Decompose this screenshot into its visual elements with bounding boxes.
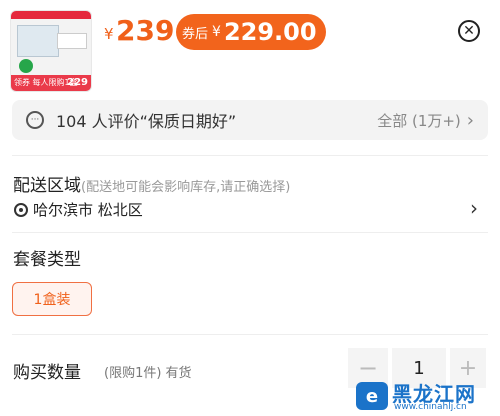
coupon-price: 229.00 [223, 18, 317, 46]
review-text: 104 人评价“保质日期好” [56, 112, 237, 131]
delivery-hint: (配送地可能会影响库存,请正确选择) [81, 180, 291, 195]
watermark-logo-icon: e [356, 382, 388, 410]
quantity-hint: (限购1件) 有货 [104, 366, 192, 381]
product-thumbnail[interactable]: 领券 每人限购1盒 229 [10, 10, 92, 92]
thumbnail-pill-box [57, 33, 87, 49]
thumbnail-top-bar [11, 11, 91, 19]
coupon-label: 券后 [182, 26, 209, 42]
quantity-title: 购买数量 [13, 363, 81, 383]
comment-icon: ··· [26, 111, 44, 129]
delivery-area-title: 配送区域(配送地可能会影响库存,请正确选择) [13, 171, 290, 196]
delivery-title: 配送区域 [13, 176, 81, 196]
price-currency: ¥ [104, 25, 114, 43]
coupon-currency: ¥ [212, 24, 221, 40]
chevron-right-icon[interactable]: › [470, 196, 478, 220]
divider [12, 232, 488, 233]
coupon-price-badge: 券后 ¥ 229.00 [176, 14, 326, 50]
thumbnail-band-price: 229 [67, 77, 88, 88]
location-pin-icon [14, 202, 28, 217]
divider [12, 334, 488, 335]
chevron-right-icon: › [466, 109, 474, 131]
close-icon[interactable]: ✕ [458, 20, 480, 42]
delivery-location[interactable]: 哈尔滨市 松北区 [14, 199, 143, 220]
review-summary-bar[interactable]: ··· 104 人评价“保质日期好” 全部 (1万+) › [12, 100, 488, 140]
thumbnail-product-box [17, 25, 59, 57]
review-all-link[interactable]: 全部 (1万+) [377, 110, 461, 131]
watermark: e 黑龙江网 www.chinahlj.cn [356, 378, 500, 416]
divider [12, 155, 488, 156]
thumbnail-promo-band: 领券 每人限购1盒 229 [11, 75, 91, 91]
thumbnail-check-badge [19, 59, 33, 73]
price: 239 [116, 14, 175, 47]
package-option-button[interactable]: 1盒装 [12, 282, 92, 316]
watermark-url: www.chinahlj.cn [394, 402, 467, 412]
package-type-title: 套餐类型 [13, 250, 81, 270]
delivery-location-text: 哈尔滨市 松北区 [33, 201, 143, 219]
